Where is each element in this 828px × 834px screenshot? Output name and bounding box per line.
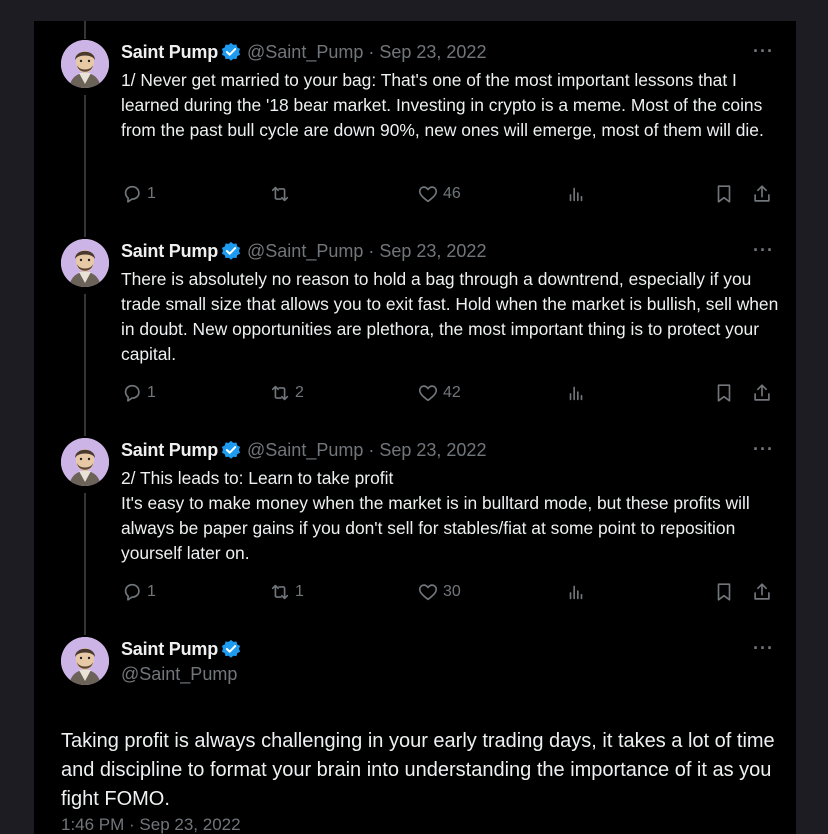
- tweet-text: Taking profit is always challenging in y…: [61, 730, 775, 810]
- share-button[interactable]: [751, 382, 777, 404]
- share-icon: [751, 581, 773, 603]
- bookmark-button[interactable]: [713, 382, 739, 404]
- tweet-timestamp[interactable]: 1:46 PM · Sep 23, 2022: [61, 815, 241, 834]
- bookmark-button[interactable]: [713, 581, 739, 603]
- user-handle[interactable]: @Saint_Pump: [247, 440, 363, 461]
- display-name[interactable]: Saint Pump: [121, 639, 218, 660]
- thread-container: Saint Pump @Saint_Pump · Sep 23, 2022 ··…: [34, 21, 796, 834]
- like-icon: [417, 581, 439, 603]
- like-button[interactable]: 42: [417, 382, 461, 404]
- avatar[interactable]: [61, 239, 109, 287]
- tweet-text: 2/ This leads to: Learn to take profit I…: [121, 468, 750, 563]
- share-button[interactable]: [751, 183, 777, 205]
- thread-tweet[interactable]: Saint Pump @Saint_Pump · Sep 23, 2022 ··…: [34, 21, 796, 221]
- share-icon: [751, 382, 773, 404]
- tweet-header: Saint Pump @Saint_Pump · Sep 23, 2022: [121, 439, 486, 461]
- tweet-header: Saint Pump @Saint_Pump · Sep 23, 2022: [121, 240, 486, 262]
- thread-tweet[interactable]: Saint Pump @Saint_Pump · Sep 23, 2022 ··…: [34, 419, 796, 619]
- tweet-header: Saint Pump @Saint_Pump · Sep 23, 2022: [121, 41, 486, 63]
- more-icon[interactable]: ···: [753, 638, 774, 659]
- display-name[interactable]: Saint Pump: [121, 241, 218, 262]
- reply-button[interactable]: 1: [121, 581, 156, 603]
- like-button[interactable]: 30: [417, 581, 461, 603]
- more-icon[interactable]: ···: [753, 41, 774, 62]
- retweet-count: 1: [295, 583, 304, 600]
- reply-button[interactable]: 1: [121, 183, 156, 205]
- retweet-icon: [269, 382, 291, 404]
- verified-badge-icon[interactable]: [221, 42, 241, 62]
- reply-icon: [121, 581, 143, 603]
- retweet-icon: [269, 183, 291, 205]
- like-button[interactable]: 46: [417, 183, 461, 205]
- tweet-text: 1/ Never get married to your bag: That's…: [121, 70, 764, 140]
- user-handle[interactable]: @Saint_Pump: [247, 241, 363, 262]
- avatar[interactable]: [61, 637, 109, 685]
- avatar[interactable]: [61, 438, 109, 486]
- separator: ·: [368, 240, 375, 261]
- views-button[interactable]: [565, 581, 591, 603]
- bookmark-button[interactable]: [713, 183, 739, 205]
- like-count: 30: [443, 583, 461, 600]
- tweet-date[interactable]: Sep 23, 2022: [379, 241, 486, 262]
- views-button[interactable]: [565, 382, 591, 404]
- tweet-actions: 1 46: [121, 183, 781, 209]
- separator: ·: [368, 41, 375, 62]
- tweet-date[interactable]: Sep 23, 2022: [379, 440, 486, 461]
- retweet-button[interactable]: 2: [269, 382, 304, 404]
- main-tweet[interactable]: Saint Pump @Saint_Pump ··· Taking profit…: [34, 618, 796, 834]
- reply-count: 1: [147, 185, 156, 202]
- retweet-button[interactable]: 1: [269, 581, 304, 603]
- views-button[interactable]: [565, 183, 591, 205]
- share-icon: [751, 183, 773, 205]
- tweet-subheader: @Saint_Pump: [121, 663, 237, 685]
- bookmark-icon: [713, 183, 735, 205]
- like-icon: [417, 382, 439, 404]
- verified-badge-icon[interactable]: [221, 639, 241, 659]
- reply-button[interactable]: 1: [121, 382, 156, 404]
- like-count: 42: [443, 384, 461, 401]
- tweet-header: Saint Pump: [121, 638, 247, 660]
- bookmark-icon: [713, 382, 735, 404]
- like-icon: [417, 183, 439, 205]
- bookmark-icon: [713, 581, 735, 603]
- reply-icon: [121, 183, 143, 205]
- separator: ·: [368, 439, 375, 460]
- verified-badge-icon[interactable]: [221, 241, 241, 261]
- thread-tweet[interactable]: Saint Pump @Saint_Pump · Sep 23, 2022 ··…: [34, 220, 796, 420]
- user-handle[interactable]: @Saint_Pump: [121, 664, 237, 685]
- reply-count: 1: [147, 384, 156, 401]
- retweet-count: 2: [295, 384, 304, 401]
- display-name[interactable]: Saint Pump: [121, 440, 218, 461]
- views-icon: [565, 183, 587, 205]
- avatar[interactable]: [61, 40, 109, 88]
- reply-count: 1: [147, 583, 156, 600]
- tweet-date[interactable]: Sep 23, 2022: [379, 42, 486, 63]
- share-button[interactable]: [751, 581, 777, 603]
- verified-badge-icon[interactable]: [221, 440, 241, 460]
- reply-icon: [121, 382, 143, 404]
- retweet-button[interactable]: [269, 183, 295, 205]
- views-icon: [565, 382, 587, 404]
- display-name[interactable]: Saint Pump: [121, 42, 218, 63]
- views-icon: [565, 581, 587, 603]
- retweet-icon: [269, 581, 291, 603]
- more-icon[interactable]: ···: [753, 240, 774, 261]
- user-handle[interactable]: @Saint_Pump: [247, 42, 363, 63]
- tweet-actions: 1 2 42: [121, 382, 781, 408]
- tweet-actions: 1 1 30: [121, 581, 781, 607]
- like-count: 46: [443, 185, 461, 202]
- more-icon[interactable]: ···: [753, 439, 774, 460]
- tweet-text: There is absolutely no reason to hold a …: [121, 269, 779, 364]
